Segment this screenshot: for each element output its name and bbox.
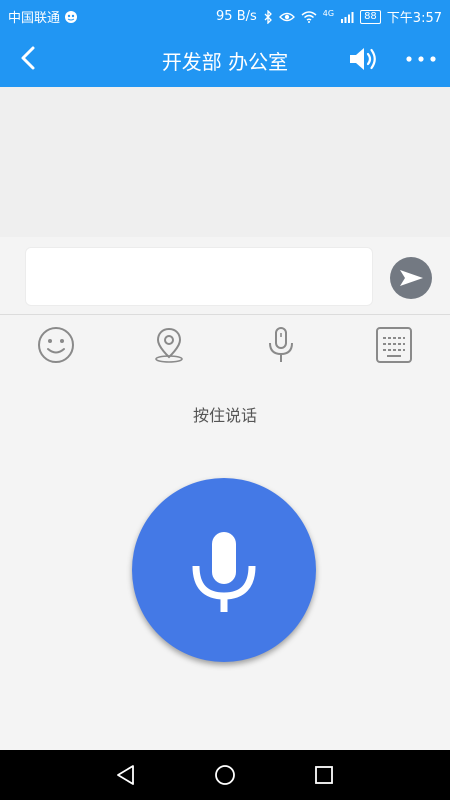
clock: 下午3:57 (386, 11, 442, 26)
send-button[interactable] (390, 257, 432, 299)
signal-icon (341, 11, 354, 23)
eye-comfort-icon (278, 12, 295, 21)
battery-icon: 88 (360, 9, 381, 24)
microphone-icon[interactable] (261, 325, 301, 365)
speaker-icon[interactable] (346, 44, 382, 74)
hold-to-talk-label: 按住说话 (192, 406, 257, 425)
chat-header: 开发部 办公室 (0, 30, 450, 87)
recents-nav-icon[interactable] (311, 762, 337, 788)
emoji-icon[interactable] (36, 325, 76, 365)
back-nav-icon[interactable] (113, 762, 139, 788)
network-type: 4G (322, 9, 335, 18)
battery-level: 88 (364, 10, 377, 22)
home-nav-icon[interactable] (212, 762, 238, 788)
more-icon[interactable] (402, 44, 440, 74)
microphone-icon (192, 532, 256, 612)
hold-to-talk-button[interactable] (132, 478, 316, 662)
wifi-icon (301, 10, 317, 23)
message-list[interactable] (0, 87, 450, 237)
keyboard-icon[interactable] (374, 325, 414, 365)
system-nav-bar (0, 750, 450, 800)
carrier-name: 中国联通 (8, 11, 61, 26)
location-icon[interactable] (149, 325, 189, 365)
app-notification-icon (65, 10, 78, 23)
input-toolbar (0, 315, 450, 375)
status-bar: 中国联通 95 B/s 4G 88 下午3:57 (0, 0, 450, 30)
bluetooth-icon (264, 9, 272, 24)
message-input[interactable] (25, 247, 373, 306)
page-title: 开发部 办公室 (161, 50, 289, 74)
send-icon (400, 270, 423, 286)
network-speed: 95 B/s (216, 9, 257, 24)
input-bar (0, 237, 450, 315)
